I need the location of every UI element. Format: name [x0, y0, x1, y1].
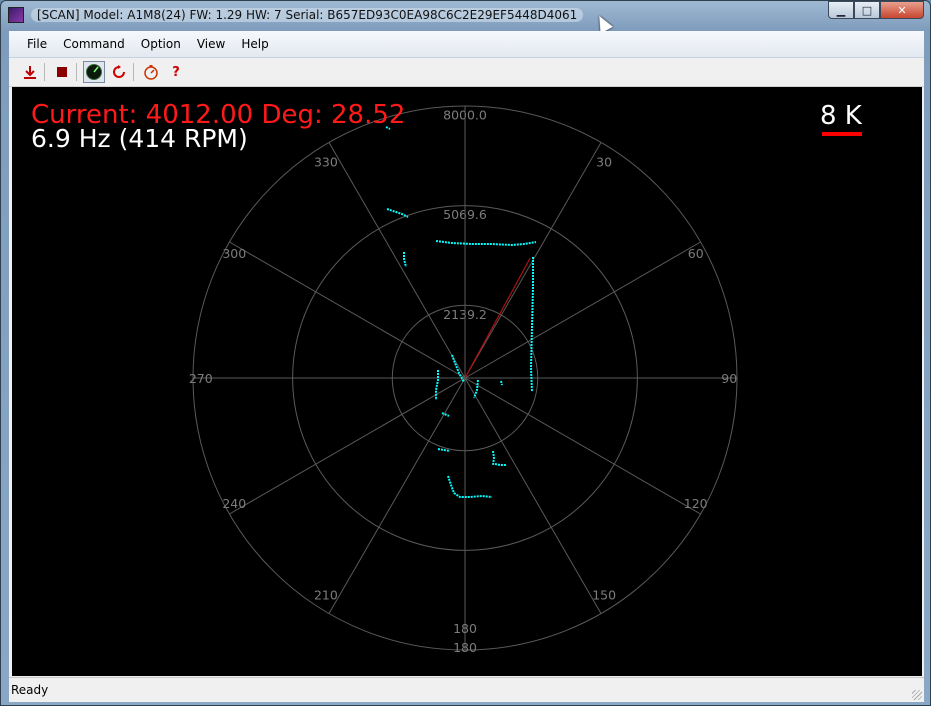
angle-spoke: [464, 377, 602, 614]
window-controls: ▁ □ ✕: [828, 1, 924, 20]
menu-file[interactable]: File: [19, 31, 55, 57]
degree-label: 30: [596, 154, 612, 169]
window-title: [SCAN] Model: A1M8(24) FW: 1.29 HW: 7 Se…: [31, 8, 584, 22]
minimize-button[interactable]: ▁: [828, 1, 854, 19]
menu-help[interactable]: Help: [233, 31, 276, 57]
scan-point-cluster: [529, 257, 534, 393]
help-button[interactable]: ?: [165, 61, 187, 83]
timer-button[interactable]: [140, 61, 162, 83]
degree-label: 90: [721, 371, 737, 386]
degree-label: 150: [592, 588, 616, 603]
stop-button[interactable]: [51, 61, 73, 83]
refresh-icon: [113, 65, 125, 78]
reset-button[interactable]: [108, 61, 130, 83]
maximize-button[interactable]: □: [854, 1, 880, 19]
degree-label: 240: [222, 496, 246, 511]
stop-icon: [57, 67, 67, 77]
scan-point-cluster: [494, 463, 507, 466]
status-text: Ready: [11, 683, 49, 697]
status-bar: Ready: [9, 677, 924, 702]
menu-bar: File Command Option View Help: [9, 31, 924, 58]
toolbar-separator: [44, 63, 45, 81]
angle-spoke: [464, 241, 701, 379]
menu-command[interactable]: Command: [55, 31, 133, 57]
menu-view[interactable]: View: [189, 31, 233, 57]
client-area: File Command Option View Help ? 2139.2 5…: [9, 31, 924, 702]
app-window: [SCAN] Model: A1M8(24) FW: 1.29 HW: 7 Se…: [0, 0, 931, 706]
scan-point-cluster: [473, 379, 479, 399]
angle-spoke: [328, 377, 466, 614]
scale-bar: [822, 132, 862, 136]
degree-label: 60: [688, 246, 704, 261]
title-bar[interactable]: [SCAN] Model: A1M8(24) FW: 1.29 HW: 7 Se…: [1, 1, 930, 31]
degree-label: 300: [222, 246, 246, 261]
menu-option[interactable]: Option: [133, 31, 189, 57]
scale-label: 8 K: [820, 101, 862, 131]
scan-point-cluster: [492, 450, 496, 466]
angle-spoke: [464, 377, 701, 515]
toolbar-separator: [76, 63, 77, 81]
degree-label: 330: [314, 154, 338, 169]
angle-spoke: [229, 377, 466, 515]
degree-label: 120: [684, 496, 708, 511]
stopwatch-icon: [144, 65, 158, 80]
scan-toggle-button[interactable]: [83, 61, 105, 83]
degree-label: 180: [453, 640, 477, 655]
scan-point-cluster: [500, 380, 503, 386]
radar-scan-icon: [86, 64, 102, 80]
scan-point-cluster: [437, 448, 451, 452]
scan-point-cluster: [403, 252, 407, 268]
scan-canvas[interactable]: 2139.2 5069.6 8000.0 30 60 90 120 150 180 210 240 2…: [12, 87, 922, 676]
degree-label: 180: [453, 621, 477, 636]
toolbar-separator: [133, 63, 134, 81]
frequency-readout: 6.9 Hz (414 RPM): [31, 124, 248, 153]
download-arrow-icon: [24, 66, 36, 79]
angle-spoke: [229, 241, 466, 379]
degree-label: 270: [189, 371, 213, 386]
help-icon: ?: [172, 64, 180, 80]
close-button[interactable]: ✕: [880, 1, 924, 19]
degree-label: 210: [314, 588, 338, 603]
scan-point-cluster: [435, 240, 537, 247]
scan-point-cluster: [386, 208, 409, 218]
toolbar: ?: [9, 58, 924, 87]
scan-point-cluster: [447, 475, 493, 498]
resize-grip[interactable]: [912, 690, 922, 700]
download-button[interactable]: [19, 61, 41, 83]
angle-spoke: [328, 142, 466, 379]
polar-plot: 2139.25069.68000.03060901201501802102402…: [189, 105, 738, 655]
app-icon: [8, 7, 24, 23]
scan-point-cluster: [435, 370, 439, 400]
